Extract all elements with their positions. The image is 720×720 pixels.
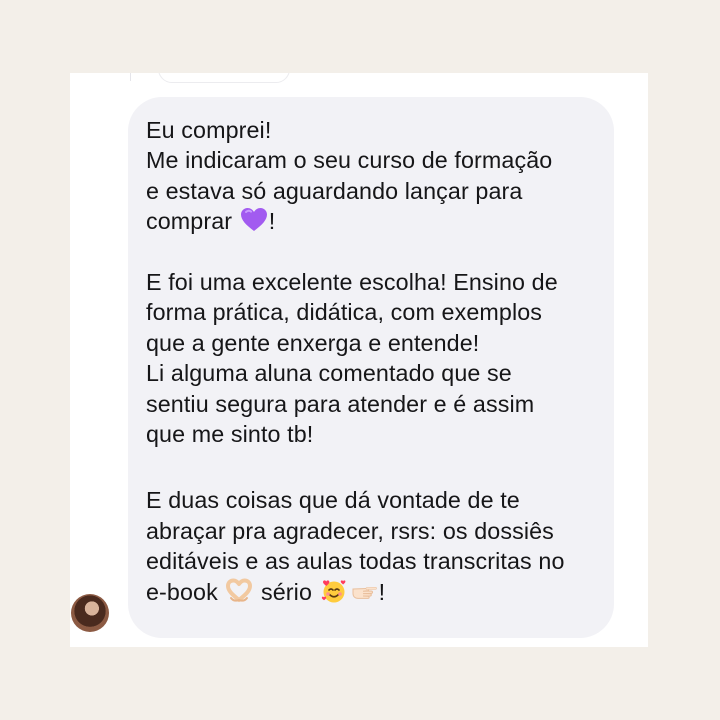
message-line: e estava só aguardando lançar para <box>146 177 523 204</box>
previous-message-bubble[interactable] <box>158 73 290 83</box>
thread-line <box>130 73 131 81</box>
avatar[interactable] <box>71 594 109 632</box>
message-line: Eu comprei! <box>146 117 272 143</box>
chat-card: Eu comprei! Me indicaram o seu curso de … <box>70 73 648 647</box>
message-line: E duas coisas que dá vontade de te <box>146 487 520 514</box>
pointing-hand-icon <box>352 586 377 599</box>
message-line: que me sinto tb! <box>146 421 314 448</box>
heart-hands-icon <box>226 578 253 602</box>
message-line: comprar ! <box>146 206 594 236</box>
message-line: abraçar pra agradecer, rsrs: os dossiês <box>146 517 554 544</box>
message-line: Me indicaram o seu curso de formação <box>146 147 553 174</box>
message-text: ! <box>268 208 276 235</box>
message-line: que a gente enxerga e entende! <box>146 329 480 356</box>
message-line: E foi uma excelente escolha! Ensino de <box>146 269 558 296</box>
message-line: Li alguma aluna comentado que se <box>146 360 512 387</box>
message-text: sério <box>261 578 312 605</box>
message-line: forma prática, didática, com exemplos <box>146 299 543 326</box>
message-bubble[interactable]: Eu comprei! Me indicaram o seu curso de … <box>128 97 614 638</box>
message-text: comprar <box>146 208 233 235</box>
message-line: e-book sério ! <box>146 577 594 607</box>
purple-heart-icon <box>240 208 267 232</box>
message-text: e-book <box>146 578 218 605</box>
message-line: editáveis e as aulas todas transcritas n… <box>146 548 565 575</box>
message-text: ! <box>378 578 386 605</box>
smiling-face-with-hearts-icon <box>321 580 345 603</box>
message-line: sentiu segura para atender e é assim <box>146 390 535 417</box>
